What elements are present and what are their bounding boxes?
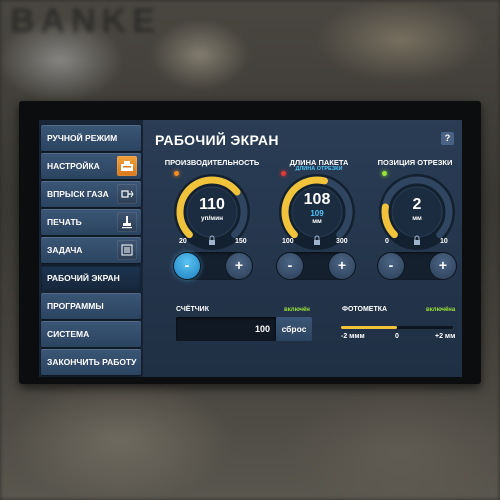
nav-label: ПЕЧАТЬ — [47, 217, 82, 227]
nav-manual-mode[interactable]: РУЧНОЙ РЕЖИМ — [41, 125, 141, 151]
nav-print[interactable]: ПЕЧАТЬ — [41, 209, 141, 235]
nav-label: НАСТРОЙКА — [47, 161, 100, 171]
gauge-label-productivity: ПРОИЗВОДИТЕЛЬНОСТЬ — [164, 158, 260, 167]
photomark-min: -2 ммм — [341, 333, 365, 340]
increment-button[interactable]: + — [226, 253, 252, 279]
decrement-button[interactable]: - — [277, 253, 303, 279]
gauge-unit: мм — [412, 215, 422, 222]
help-button[interactable]: ? — [441, 132, 454, 145]
increment-button[interactable]: + — [329, 253, 355, 279]
gauge-min: 100 — [282, 238, 294, 245]
nav-settings[interactable]: НАСТРОЙКА — [41, 153, 141, 179]
counter-value-field[interactable]: 100 — [176, 317, 276, 341]
photomark-max: +2 мм — [435, 333, 456, 340]
increment-button[interactable]: + — [430, 253, 456, 279]
photomark-slider[interactable] — [341, 326, 453, 329]
decrement-button[interactable]: - — [174, 253, 200, 279]
photomark-label: ФОТОМЕТКА — [342, 306, 388, 313]
gauge-max: 300 — [336, 238, 348, 245]
machine-icon — [117, 156, 137, 176]
nav-label: СИСТЕМА — [47, 329, 90, 339]
gauge-value: 108 — [303, 191, 331, 208]
nav-programs[interactable]: ПРОГРАММЫ — [41, 293, 141, 319]
gauge-value: 2 — [412, 196, 422, 213]
nav-task[interactable]: ЗАДАЧА — [41, 237, 141, 263]
gauge-label-cut-position: ПОЗИЦИЯ ОТРЕЗКИ — [377, 158, 453, 167]
stepper-cut-position: - + — [377, 252, 457, 280]
task-list-icon — [117, 240, 137, 260]
gauge-min: 20 — [179, 238, 187, 245]
background-sign: BANKE — [10, 2, 161, 40]
hmi-screen: РУЧНОЙ РЕЖИМ НАСТРОЙКА ВПРЫСК ГАЗА ПЕЧАТ… — [39, 120, 462, 377]
nav-label: ЗАКОНЧИТЬ РАБОТУ — [47, 357, 137, 367]
nav-system[interactable]: СИСТЕМА — [41, 321, 141, 347]
page-title: РАБОЧИЙ ЭКРАН — [155, 132, 279, 148]
counter-label: СЧЁТЧИК — [176, 306, 209, 313]
stepper-productivity: - + — [173, 252, 253, 280]
stamp-icon — [117, 212, 137, 232]
gauge-max: 150 — [235, 238, 247, 245]
gauge-secondary-value: 109 — [310, 209, 324, 218]
nav-finish-work[interactable]: ЗАКОНЧИТЬ РАБОТУ — [41, 349, 141, 375]
gauge-value: 110 — [199, 196, 225, 213]
counter-status: включён — [284, 307, 310, 313]
nav-label: ВПРЫСК ГАЗА — [47, 189, 109, 199]
photomark-slider-fill — [341, 326, 397, 329]
reset-button[interactable]: сброс — [276, 317, 312, 341]
nav-label: РУЧНОЙ РЕЖИМ — [47, 133, 118, 143]
nav-label: РАБОЧИЙ ЭКРАН — [47, 273, 120, 283]
photomark-status: включёна — [426, 307, 456, 313]
nav-work-screen[interactable]: РАБОЧИЙ ЭКРАН — [41, 265, 141, 291]
gauge-unit: мм — [312, 218, 322, 225]
decrement-button[interactable]: - — [378, 253, 404, 279]
nav-label: ПРОГРАММЫ — [47, 301, 104, 311]
monitor-bezel: РУЧНОЙ РЕЖИМ НАСТРОЙКА ВПРЫСК ГАЗА ПЕЧАТ… — [19, 101, 481, 384]
sidebar: РУЧНОЙ РЕЖИМ НАСТРОЙКА ВПРЫСК ГАЗА ПЕЧАТ… — [39, 120, 143, 377]
gauge-min: 0 — [385, 238, 389, 245]
nav-label: ЗАДАЧА — [47, 245, 83, 255]
gauge-max: 10 — [440, 238, 448, 245]
stepper-package-length: - + — [276, 252, 356, 280]
nav-gas-injection[interactable]: ВПРЫСК ГАЗА — [41, 181, 141, 207]
gauge-unit: уп/мин — [200, 215, 224, 222]
photomark-mid: 0 — [395, 333, 399, 340]
gas-nozzle-icon — [117, 184, 137, 204]
